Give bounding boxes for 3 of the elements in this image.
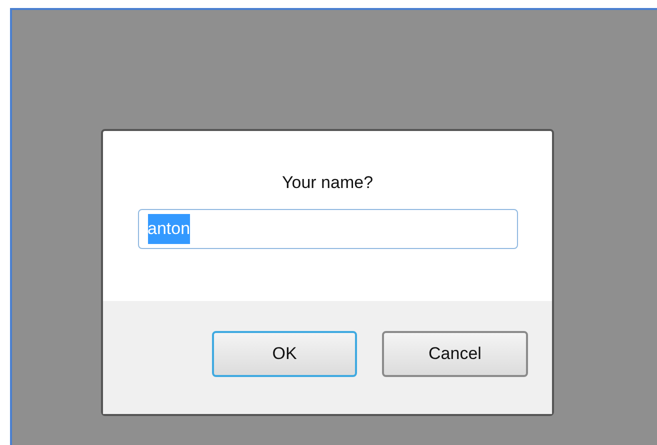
dialog-button[interactable]: Cancel bbox=[382, 331, 528, 377]
dialog-button[interactable]: OK bbox=[212, 331, 357, 377]
prompt-text: Your name? bbox=[282, 172, 374, 194]
